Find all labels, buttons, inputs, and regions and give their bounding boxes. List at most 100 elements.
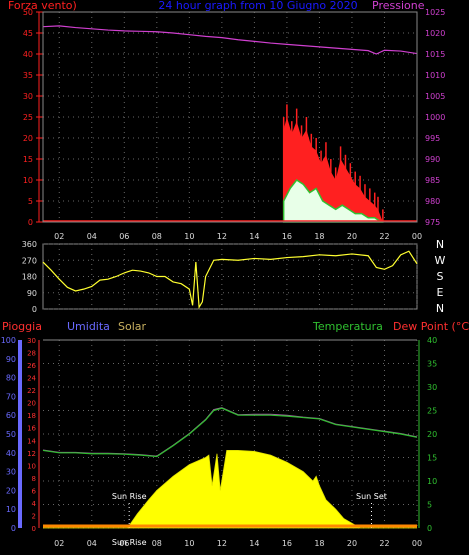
wind-y-tick-label: 50 <box>23 8 33 17</box>
compass-label: S <box>437 270 444 283</box>
pressure-legend-label: Pressione <box>372 0 425 12</box>
rain-y-tick-label: 22 <box>27 387 36 395</box>
rain-y-tick-label: 20 <box>27 400 36 408</box>
direction-series <box>42 250 418 310</box>
humidity-y-tick-label: 10 <box>6 505 16 514</box>
pressure-y-tick-label: 1020 <box>425 29 445 38</box>
wind-y-tick-label: 30 <box>23 92 33 101</box>
temperature-y-tick-label: 20 <box>427 430 437 439</box>
rain-y-tick-label: 26 <box>27 362 36 370</box>
wind-x-tick-label: 08 <box>152 232 162 241</box>
wind-x-tick-label: 04 <box>87 232 97 241</box>
wind-x-tick-label: 18 <box>314 232 324 241</box>
rain-y-tick-label: 8 <box>32 475 36 483</box>
wind-x-tick-label: 22 <box>379 232 389 241</box>
weather-x-tick-label: 04 <box>87 539 97 548</box>
rain-y-axis-ticks: 024681012141618202224262830 <box>27 337 36 533</box>
humidity-axis-bar <box>18 340 22 528</box>
direction-y-tick-label: 180 <box>22 273 37 282</box>
humidity-y-tick-label: 0 <box>11 524 16 533</box>
sun-annotation-label: Sun Rise <box>112 492 147 501</box>
wind-y-tick-label: 40 <box>23 50 33 59</box>
compass-label: N <box>436 302 444 315</box>
wind-x-axis-ticks: 02 04 06 08 10 12 14 16 18 20 22 00 <box>54 232 422 241</box>
rain-y-tick-label: 12 <box>27 450 36 458</box>
wind-y-tick-label: 45 <box>23 29 33 38</box>
direction-y-axis-ticks: 0 90 180 270 360 <box>22 240 37 314</box>
direction-panel-grid <box>43 243 418 310</box>
humidity-y-tick-label: 70 <box>6 392 16 401</box>
solar-area-fill <box>43 450 417 529</box>
pressure-y-tick-label: 1000 <box>425 113 445 122</box>
weather-x-tick-label: 16 <box>282 539 292 548</box>
humidity-y-tick-label: 20 <box>6 486 16 495</box>
sun-annotation-label: Sun Rise <box>112 538 147 547</box>
rain-y-tick-label: 2 <box>32 512 36 520</box>
weather-x-axis-ticks: 02 04 06 08 10 12 14 16 18 20 22 00 <box>54 539 422 548</box>
direction-y-tick-label: 360 <box>22 240 37 249</box>
pressure-y-tick-label: 985 <box>425 176 440 185</box>
rain-y-tick-label: 18 <box>27 412 36 420</box>
wind-y-tick-label: 5 <box>28 197 33 206</box>
wind-y-tick-label: 35 <box>23 71 33 80</box>
direction-y-tick-label: 0 <box>32 305 37 314</box>
wind-y-tick-label: 20 <box>23 134 33 143</box>
pressure-y-tick-label: 1015 <box>425 50 445 59</box>
rain-y-tick-label: 28 <box>27 350 36 358</box>
humidity-legend-label: Umidita <box>67 320 110 333</box>
wind-x-tick-label: 16 <box>282 232 292 241</box>
rain-y-tick-label: 16 <box>27 425 36 433</box>
weather-x-tick-label: 14 <box>249 539 259 548</box>
temperature-y-tick-label: 10 <box>427 477 437 486</box>
rain-y-tick-label: 0 <box>32 525 36 533</box>
wind-x-tick-label: 10 <box>184 232 194 241</box>
temperature-legend-label: Temperatura <box>312 320 383 333</box>
rain-y-tick-label: 24 <box>27 375 36 383</box>
direction-y-tick-label: 270 <box>22 256 37 265</box>
solar-area <box>43 450 417 529</box>
weather-x-tick-label: 22 <box>379 539 389 548</box>
solar-legend-label: Solar <box>118 320 147 333</box>
rain-y-tick-label: 6 <box>32 487 37 495</box>
temperature-line <box>42 407 418 458</box>
wind-x-tick-label: 06 <box>119 232 129 241</box>
direction-compass-labels: NWSEN <box>435 238 446 315</box>
weather-x-tick-label: 08 <box>152 539 162 548</box>
direction-panel-frame <box>42 243 418 310</box>
pressure-y-axis-ticks: 975 980 985 990 995 1000 1005 1010 1015 1020 1025 <box>425 8 445 227</box>
pressure-y-tick-label: 980 <box>425 197 440 206</box>
rain-legend-label: Pioggia <box>2 320 42 333</box>
temperature-y-tick-label: 0 <box>427 524 432 533</box>
wind-y-axis-ticks: 0 5 10 15 20 25 30 35 40 45 50 <box>23 8 43 227</box>
chart-title: 24 hour graph from 10 Giugno 2020 <box>158 0 357 12</box>
weather-x-tick-label: 20 <box>347 539 357 548</box>
dewpoint-legend-label: Dew Point (°C) <box>393 320 469 333</box>
rain-y-tick-label: 4 <box>32 500 37 508</box>
weather-x-tick-label: 18 <box>314 539 324 548</box>
pressure-y-tick-label: 1010 <box>425 71 445 80</box>
direction-line <box>42 250 418 310</box>
humidity-y-tick-label: 90 <box>6 355 16 364</box>
wind-y-tick-label: 15 <box>23 155 33 164</box>
compass-label: W <box>435 254 446 267</box>
pressure-y-tick-label: 990 <box>425 155 440 164</box>
wind-x-tick-label: 12 <box>217 232 227 241</box>
compass-label: N <box>436 238 444 251</box>
wind-x-tick-label: 00 <box>412 232 422 241</box>
weather-chart-stage: 24 hour graph from 10 Giugno 2020 Forza … <box>1 0 469 548</box>
temperature-y-tick-label: 15 <box>427 454 437 463</box>
pressure-y-tick-label: 1025 <box>425 8 445 17</box>
wind-legend-label: Forza vento) <box>8 0 77 12</box>
weather-x-tick-label: 02 <box>54 539 64 548</box>
rain-y-tick-label: 14 <box>27 437 36 445</box>
wind-y-tick-label: 10 <box>23 176 33 185</box>
humidity-y-tick-label: 40 <box>6 449 16 458</box>
weather-x-tick-label: 00 <box>412 539 422 548</box>
weather-x-tick-label: 10 <box>184 539 194 548</box>
humidity-y-tick-label: 80 <box>6 374 16 383</box>
pressure-line <box>42 25 418 55</box>
humidity-y-tick-label: 100 <box>1 336 16 345</box>
temperature-y-tick-label: 40 <box>427 336 437 345</box>
humidity-y-axis-ticks: 0 10 20 30 40 50 60 70 80 90 100 <box>1 336 16 533</box>
pressure-y-tick-label: 995 <box>425 134 440 143</box>
